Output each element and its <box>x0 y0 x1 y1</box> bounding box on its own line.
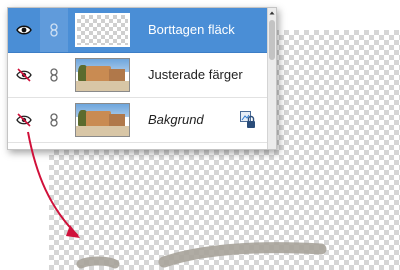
layer-row-justerade-farger[interactable]: Justerade färger <box>8 53 267 98</box>
layer-name: Bakgrund <box>148 112 204 127</box>
layer-thumbnail <box>75 103 130 137</box>
layer-visibility-toggle[interactable] <box>8 98 40 142</box>
layers-scrollbar[interactable] <box>267 8 276 149</box>
layer-name: Borttagen fläck <box>148 22 235 37</box>
layer-visibility-toggle[interactable] <box>8 8 40 52</box>
eye-hidden-icon <box>16 113 32 127</box>
layer-link-toggle[interactable] <box>40 98 68 142</box>
layer-thumbnail <box>75 13 130 47</box>
locked-layer-icon <box>240 111 255 128</box>
scrollbar-thumb[interactable] <box>269 20 275 60</box>
chain-link-icon <box>50 23 58 37</box>
layers-panel: Borttagen fläck Justerade färger Bakgrun… <box>7 7 277 150</box>
layer-row-borttagen-flack[interactable]: Borttagen fläck <box>8 8 267 53</box>
layer-visibility-toggle[interactable] <box>8 53 40 97</box>
chain-link-icon <box>50 113 58 127</box>
layer-link-toggle[interactable] <box>40 53 68 97</box>
layer-row-bakgrund[interactable]: Bakgrund <box>8 98 267 143</box>
eye-hidden-icon <box>16 68 32 82</box>
eye-icon <box>16 25 32 35</box>
layer-name: Justerade färger <box>148 67 243 82</box>
chain-link-icon <box>50 68 58 82</box>
layer-link-toggle[interactable] <box>40 8 68 52</box>
scroll-up-icon[interactable] <box>268 8 276 18</box>
layer-thumbnail <box>75 58 130 92</box>
